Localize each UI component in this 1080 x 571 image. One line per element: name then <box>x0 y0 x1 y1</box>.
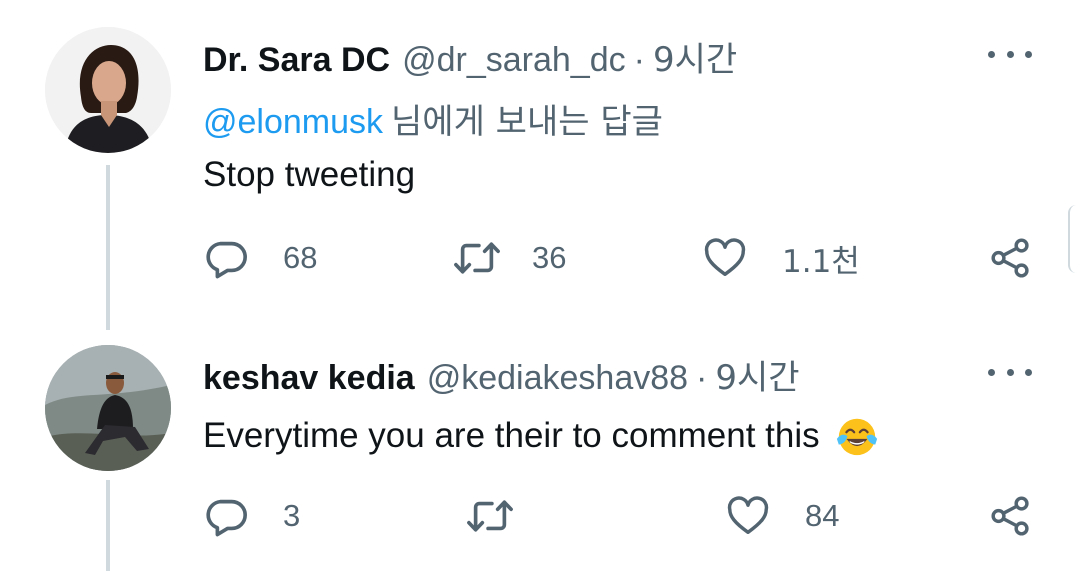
like-count: 1.1천 <box>782 243 860 280</box>
retweet-button[interactable]: 36 <box>452 233 566 283</box>
more-options-icon[interactable] <box>988 362 1032 382</box>
retweet-count: 36 <box>532 240 567 275</box>
heart-icon <box>704 238 746 277</box>
share-icon <box>991 496 1029 536</box>
reply-icon <box>206 499 247 537</box>
reply-button[interactable]: 68 <box>203 233 317 283</box>
share-button[interactable] <box>988 491 1034 541</box>
retweet-icon <box>454 242 500 274</box>
reply-context: @elonmusk 님에게 보내는 답글 <box>203 94 663 143</box>
timestamp[interactable]: 9시간 <box>715 350 799 399</box>
reply-count: 68 <box>283 240 318 275</box>
tweet-header: Dr. Sara DC @dr_sarah_dc · 9시간 <box>203 32 737 81</box>
display-name[interactable]: keshav kedia <box>203 359 415 398</box>
user-handle[interactable]: @dr_sarah_dc <box>402 41 626 80</box>
avatar[interactable] <box>45 345 171 471</box>
timestamp[interactable]: 9시간 <box>653 32 737 81</box>
display-name[interactable]: Dr. Sara DC <box>203 41 390 80</box>
action-bar: 3 84 <box>0 491 1080 541</box>
tweet-text-row: Everytime you are their to comment this <box>203 413 880 459</box>
reply-mention-link[interactable]: @elonmusk <box>203 103 383 141</box>
reply-button[interactable]: 3 <box>203 491 300 541</box>
tweet-header: keshav kedia @kediakeshav88 · 9시간 <box>203 350 800 399</box>
like-button[interactable]: 84 <box>725 491 839 541</box>
reply-context-label: 님에게 보내는 답글 <box>391 102 663 142</box>
reply-icon <box>206 241 247 279</box>
tweet[interactable]: keshav kedia @kediakeshav88 · 9시간 Everyt… <box>0 330 1080 571</box>
tweet-text: Stop tweeting <box>203 155 416 194</box>
face-with-tears-of-joy-icon <box>836 418 877 456</box>
share-icon <box>991 238 1029 278</box>
retweet-button[interactable] <box>465 491 549 541</box>
heart-icon <box>727 496 769 535</box>
like-count: 84 <box>805 498 840 533</box>
reply-count: 3 <box>283 498 301 533</box>
scroll-indicator[interactable] <box>1068 205 1080 273</box>
action-bar: 68 36 1.1천 <box>0 233 1080 283</box>
separator-dot: · <box>633 41 645 79</box>
separator-dot: · <box>696 359 708 397</box>
share-button[interactable] <box>988 233 1034 283</box>
tweet-text: Everytime you are their to comment this <box>203 416 820 455</box>
retweet-icon <box>467 500 513 532</box>
like-button[interactable]: 1.1천 <box>702 233 860 283</box>
tweet[interactable]: Dr. Sara DC @dr_sarah_dc · 9시간 @elonmusk… <box>0 0 1080 330</box>
avatar[interactable] <box>45 27 171 153</box>
more-options-icon[interactable] <box>988 44 1032 64</box>
user-handle[interactable]: @kediakeshav88 <box>427 359 688 398</box>
